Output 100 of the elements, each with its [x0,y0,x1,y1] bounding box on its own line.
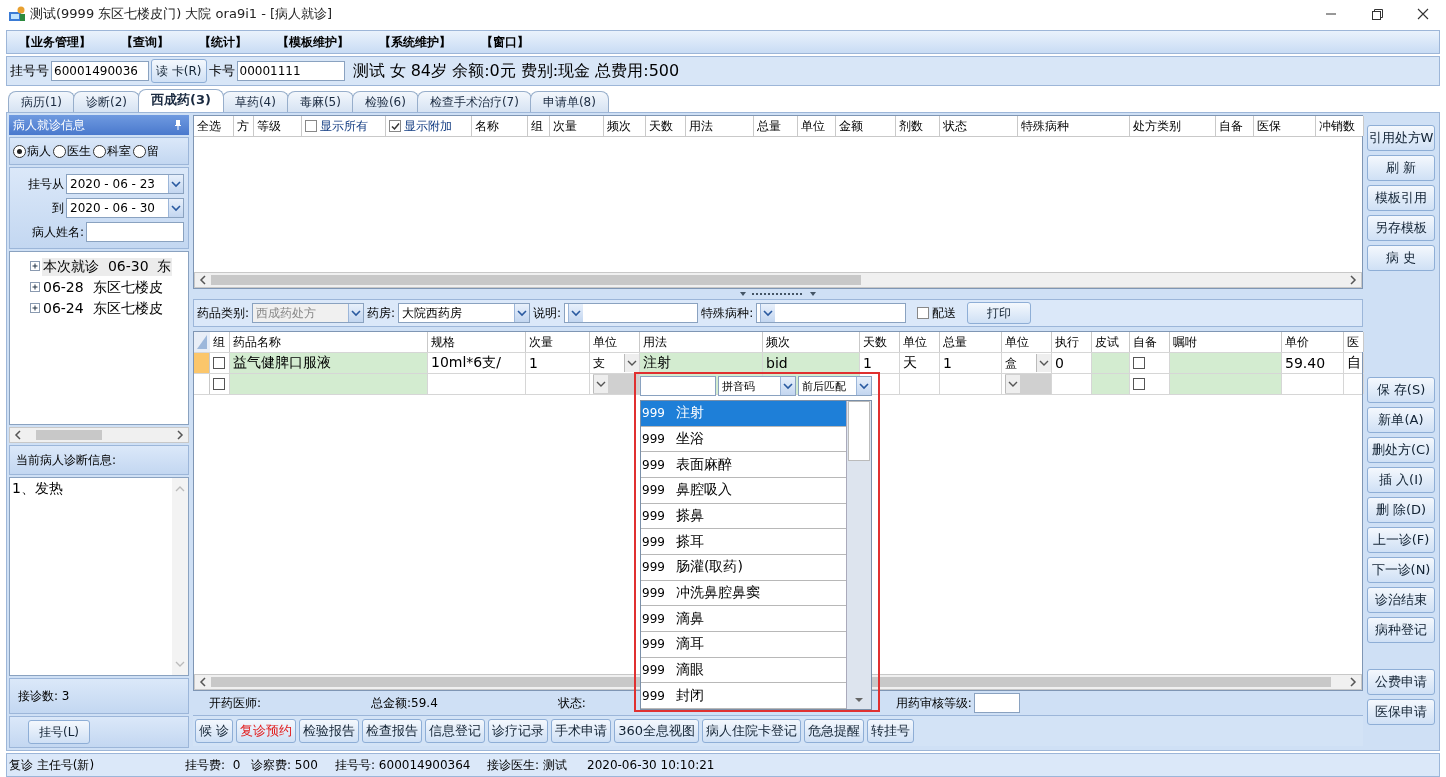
checkbox[interactable] [917,307,930,319]
column-header[interactable]: 剂数 [896,116,940,136]
dropdown-field[interactable]: 拼音码 [718,376,796,396]
radio-button[interactable] [133,144,146,158]
column-header[interactable]: 执行 [1052,332,1092,352]
column-header[interactable]: 单位 [798,116,836,136]
table-cell[interactable]: 天 [900,353,940,373]
side-button[interactable]: 引用处方W [1367,125,1435,151]
radio-button[interactable] [93,144,106,158]
menu-item[interactable]: 【统计】 [199,33,247,51]
dropdown-field[interactable] [564,303,699,323]
action-button[interactable]: 候 诊 [195,719,234,743]
checkbox[interactable] [305,120,317,132]
column-header[interactable]: 方 [234,116,254,136]
dropdown-field[interactable] [756,303,907,323]
column-header[interactable]: 用法 [686,116,754,136]
table-cell[interactable]: 1 [526,353,590,373]
column-header[interactable]: 皮试 [1092,332,1130,352]
action-button[interactable]: 360全息视图 [614,719,699,743]
expand-icon[interactable] [30,261,41,272]
tab[interactable]: 检查手术治疗(7) [416,91,532,112]
action-button[interactable]: 病人住院卡登记 [701,719,801,743]
column-header[interactable]: 单价 [1282,332,1344,352]
dropdown-field[interactable]: 2020 - 06 - 23 [66,174,184,194]
action-button[interactable]: 转挂号 [866,719,914,743]
tree-item[interactable]: 06-24 东区七楼皮 [42,299,164,318]
print-button[interactable]: 打印 [967,302,1032,324]
column-header[interactable]: 次量 [526,332,590,352]
tab[interactable]: 西成药(3) [138,89,224,112]
checkbox[interactable] [389,120,401,132]
dropdown-field[interactable]: 前后匹配 [798,376,872,396]
side-button[interactable]: 删处方(C) [1367,437,1435,463]
empty-cell[interactable] [1170,353,1282,373]
table-cell[interactable]: 59.40 [1282,353,1344,373]
side-button[interactable]: 病 史 [1367,245,1435,271]
expand-icon[interactable] [30,282,41,293]
column-header[interactable]: 等级 [254,116,302,136]
dropdown-field[interactable]: 大院西药房 [398,303,531,323]
column-header[interactable]: 单位 [900,332,940,352]
checkbox[interactable] [1133,357,1145,369]
vertical-scrollbar[interactable] [172,478,188,675]
table-cell[interactable]: 益气健脾口服液 [230,353,428,373]
table-cell[interactable]: bid [763,353,860,373]
column-header[interactable]: 嘱咐 [1170,332,1282,352]
side-button[interactable]: 医保申请 [1367,699,1435,725]
tab[interactable]: 草药(4) [221,91,289,112]
side-button[interactable]: 上一诊(F) [1367,527,1435,553]
tab[interactable]: 检验(6) [351,91,419,112]
input-field[interactable] [973,693,1020,713]
column-header[interactable]: 特殊病种 [1018,116,1130,136]
table-cell[interactable]: 1 [860,353,900,373]
side-button[interactable]: 模板引用 [1367,185,1435,211]
table-cell[interactable]: 10ml*6支/ [428,353,526,373]
cell-dropdown[interactable] [1005,374,1051,394]
column-header[interactable]: 名称 [472,116,528,136]
input-field[interactable]: 60001490036 [51,61,149,81]
cell-dropdown[interactable] [593,374,639,394]
empty-cell[interactable] [1092,374,1130,394]
column-header[interactable]: 医 [1344,332,1364,352]
side-button[interactable]: 另存模板 [1367,215,1435,241]
empty-cell[interactable] [1092,353,1130,373]
action-button[interactable]: 检验报告 [299,719,360,743]
column-header[interactable]: 频次 [604,116,646,136]
menu-item[interactable]: 【业务管理】 [19,33,91,51]
column-header[interactable]: 单位 [1002,332,1052,352]
action-button[interactable]: 诊疗记录 [488,719,549,743]
column-header[interactable]: 组 [528,116,550,136]
vertical-scrollbar[interactable] [846,401,871,709]
column-header[interactable]: 单位 [590,332,640,352]
column-header[interactable]: 状态 [940,116,1018,136]
menu-item[interactable]: 【系统维护】 [379,33,451,51]
side-button[interactable]: 刷 新 [1367,155,1435,181]
register-button[interactable]: 挂号(L) [28,720,90,744]
checkbox[interactable] [213,378,225,390]
menu-item[interactable]: 【查询】 [121,33,169,51]
column-header[interactable]: 天数 [860,332,900,352]
read-card-button[interactable]: 读 卡(R) [151,59,207,83]
horizontal-scrollbar[interactable] [9,427,189,443]
side-button[interactable]: 病种登记 [1367,617,1435,643]
radio-button[interactable] [53,144,66,158]
radio-button[interactable] [13,144,26,158]
column-header[interactable]: 金额 [836,116,896,136]
side-button[interactable]: 下一诊(N) [1367,557,1435,583]
checkbox[interactable] [1133,378,1145,390]
tree-item[interactable]: 06-28 东区七楼皮 [42,278,164,297]
empty-cell[interactable] [1170,374,1282,394]
column-header[interactable]: 总量 [940,332,1002,352]
menu-item[interactable]: 【模板维护】 [277,33,349,51]
side-button[interactable]: 插 入(I) [1367,467,1435,493]
side-button[interactable]: 公费申请 [1367,669,1435,695]
side-button[interactable]: 新单(A) [1367,407,1435,433]
cell-dropdown[interactable]: 盒 [1005,353,1051,373]
input-field[interactable] [86,222,184,242]
empty-cell[interactable] [230,374,428,394]
action-button[interactable]: 检查报告 [362,719,423,743]
action-button[interactable]: 危急提醒 [803,719,864,743]
tab[interactable]: 毒麻(5) [286,91,354,112]
column-header[interactable]: 处方类别 [1130,116,1216,136]
action-button[interactable]: 手术申请 [551,719,612,743]
search-field[interactable] [640,376,716,396]
